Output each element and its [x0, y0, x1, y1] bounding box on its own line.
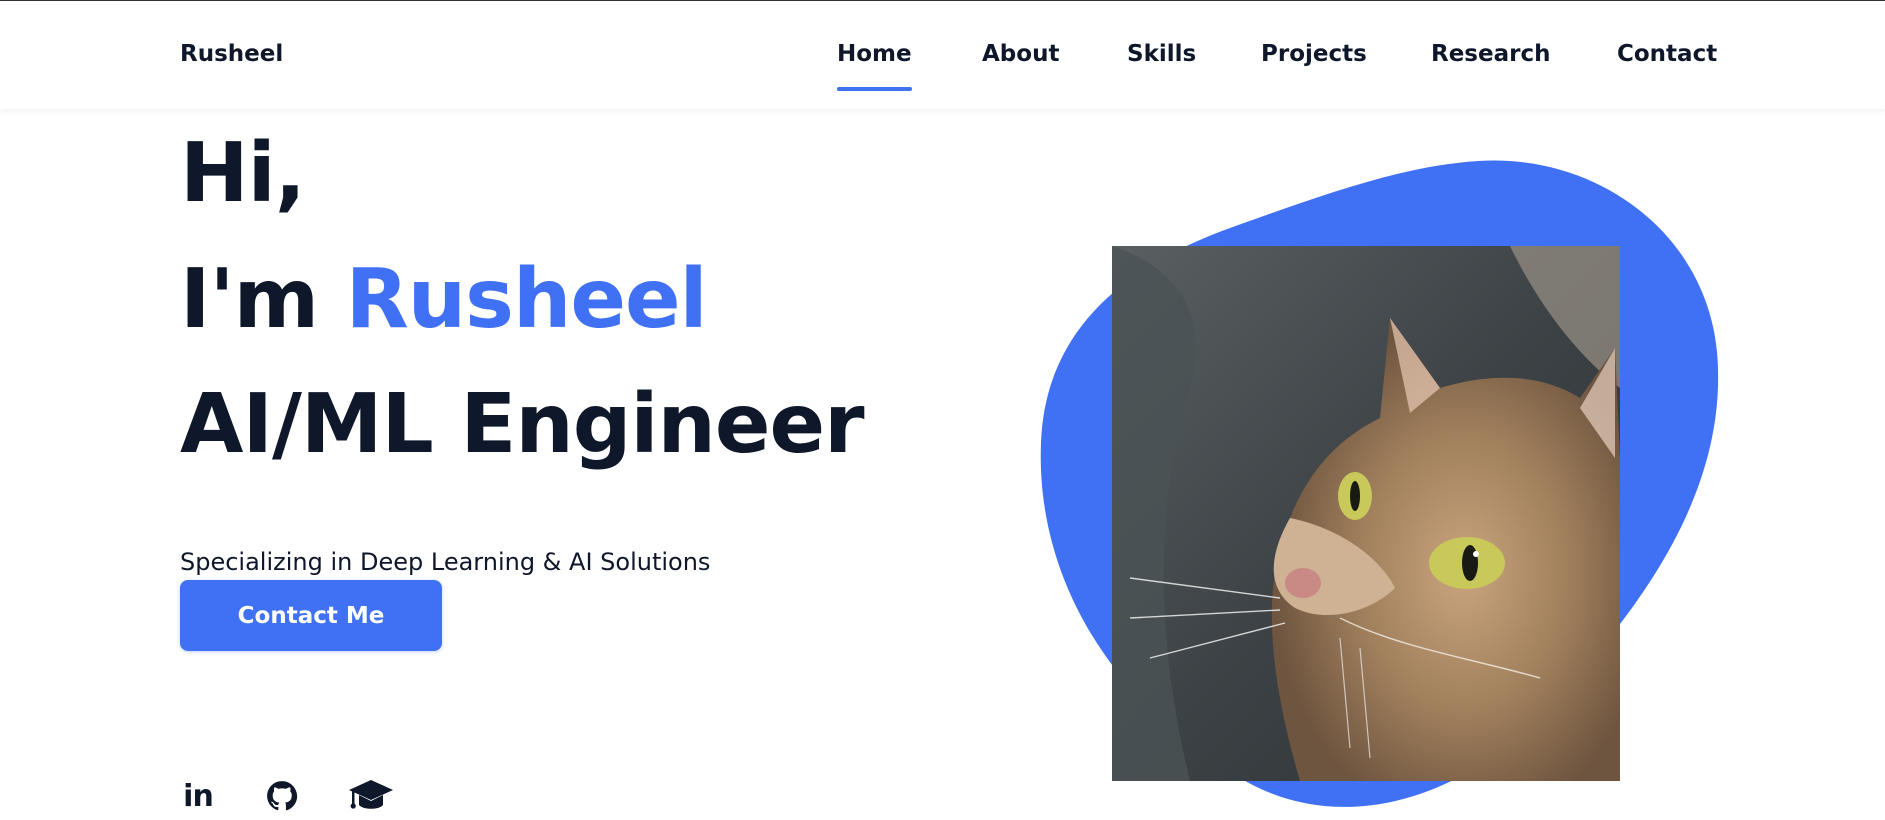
- main-nav: Home About Skills Projects Research Cont…: [0, 41, 1885, 91]
- hero-illustration: [1040, 160, 1719, 807]
- contact-me-button[interactable]: Contact Me: [180, 580, 442, 651]
- hero-intro-prefix: I'm: [180, 252, 319, 347]
- nav-projects[interactable]: Projects: [1261, 41, 1367, 67]
- nav-contact[interactable]: Contact: [1617, 41, 1717, 67]
- hero-greeting: Hi,: [180, 126, 306, 221]
- scholar-link[interactable]: [345, 776, 397, 816]
- site-header: Rusheel Home About Skills Projects Resea…: [0, 1, 1885, 109]
- nav-home[interactable]: Home: [837, 41, 912, 91]
- graduation-cap-icon: [349, 780, 393, 809]
- hero-intro: I'm Rusheel: [180, 259, 708, 341]
- linkedin-link[interactable]: in: [176, 776, 220, 816]
- hero-role: AI/ML Engineer: [180, 377, 865, 472]
- cat-photo: [1112, 246, 1620, 781]
- nav-about[interactable]: About: [982, 41, 1059, 67]
- nav-research[interactable]: Research: [1431, 41, 1550, 67]
- hero-name: Rusheel: [345, 252, 708, 347]
- hero-image-area: [1040, 158, 1720, 820]
- github-link[interactable]: [260, 776, 304, 816]
- nav-skills[interactable]: Skills: [1127, 41, 1196, 67]
- github-icon: [267, 781, 298, 811]
- hero-subtitle: Specializing in Deep Learning & AI Solut…: [180, 548, 711, 576]
- linkedin-icon: in: [183, 778, 214, 814]
